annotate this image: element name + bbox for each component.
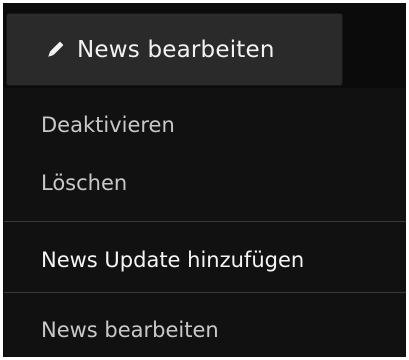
menu-item-deactivate[interactable]: Deaktivieren [4,98,406,152]
screenshot-frame: News bearbeiten Deaktivieren Löschen New… [0,0,409,360]
edit-news-dropdown-button[interactable]: News bearbeiten [6,13,343,86]
menu-divider [4,221,406,222]
edit-news-button-label: News bearbeiten [77,36,275,63]
menu-divider [4,292,406,293]
menu-item-add-news-update[interactable]: News Update hinzufügen [4,233,406,287]
news-actions-menu: Deaktivieren Löschen News Update hinzufü… [4,88,406,357]
menu-item-delete[interactable]: Löschen [4,156,406,210]
pencil-icon [43,38,67,62]
menu-item-edit-news[interactable]: News bearbeiten [4,303,406,357]
